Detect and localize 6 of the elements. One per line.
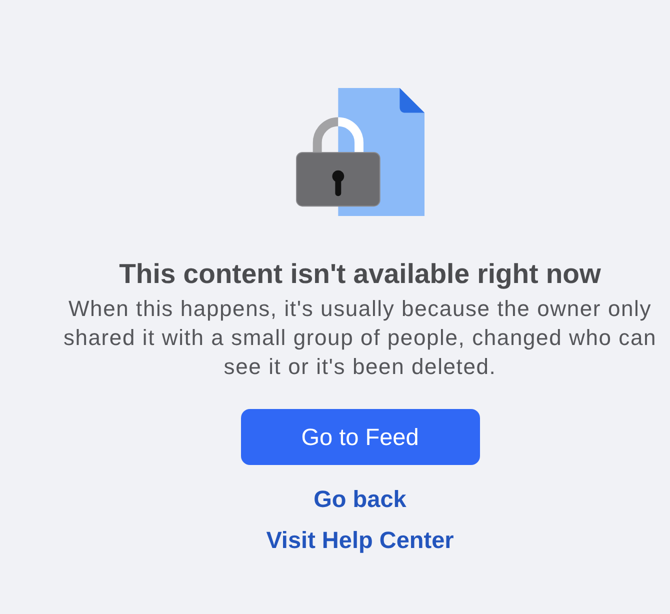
explanation-text: When this happens, it's usually because the owner only shared it with a small group of people, changed who can see it or it's been deleted.: [62, 295, 658, 381]
page-title: This content isn't available right now: [119, 257, 601, 291]
text-link[interactable]: Visit Help Center: [266, 527, 454, 553]
go-to-feed-button[interactable]: Go to Feed: [240, 409, 480, 465]
padlock-document-icon: [295, 88, 425, 216]
text-link[interactable]: Go back: [314, 486, 406, 512]
